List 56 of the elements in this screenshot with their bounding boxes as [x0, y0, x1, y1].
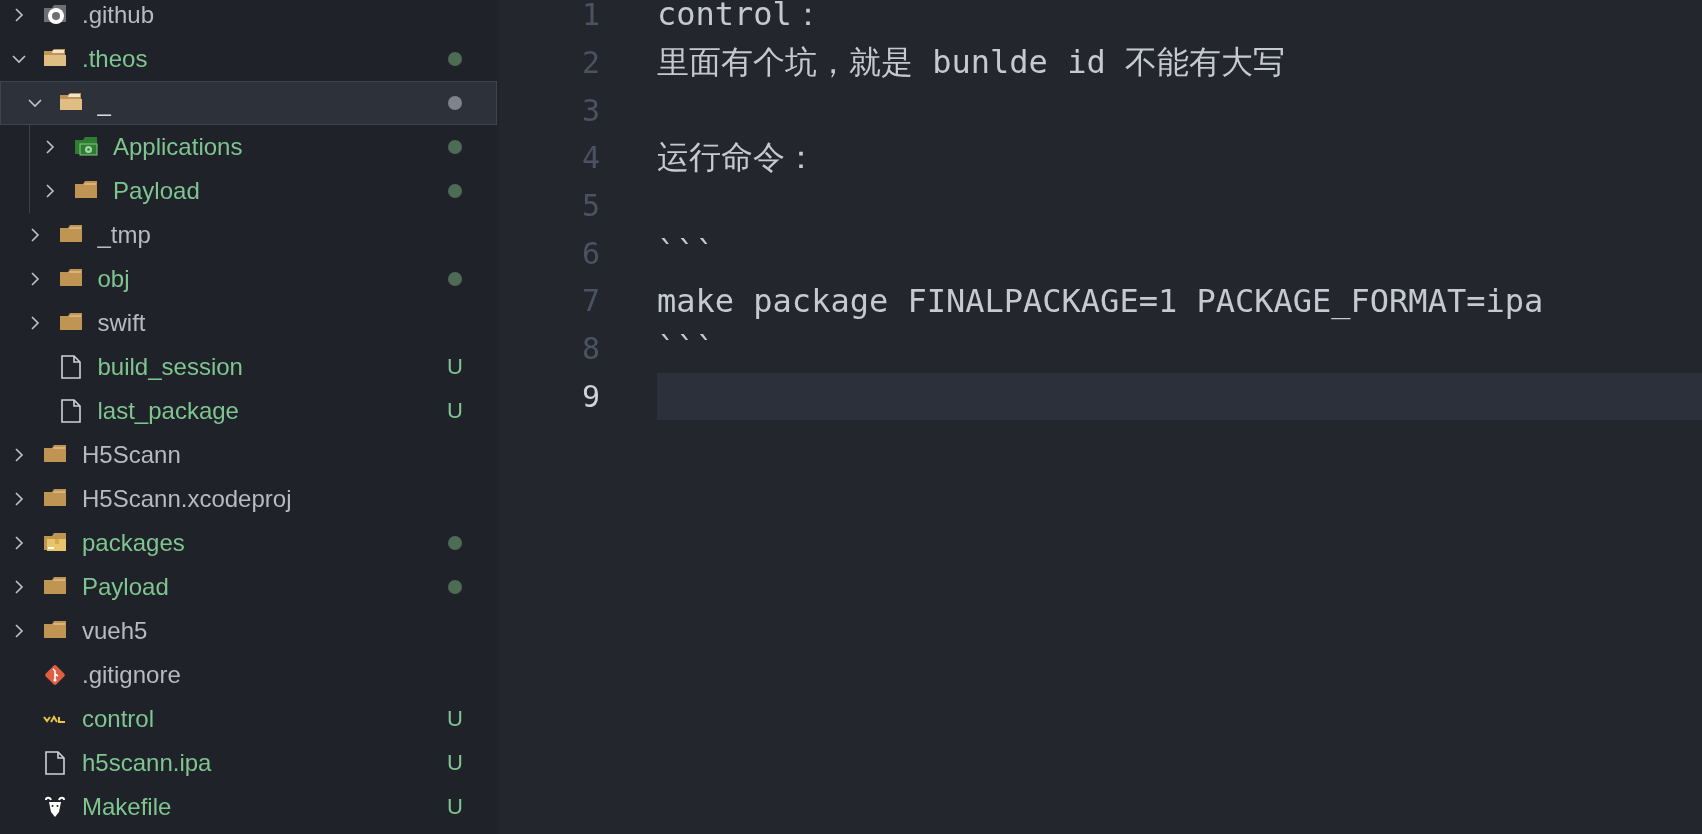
code-line: 里面有个坑，就是 bunlde id 不能有大写	[657, 41, 1286, 83]
tree-row[interactable]: control U	[0, 697, 497, 741]
tree-row[interactable]: Payload	[0, 565, 497, 609]
tree-row[interactable]: Payload	[0, 169, 497, 213]
tree-row[interactable]: Applications	[0, 125, 497, 169]
tree-row[interactable]: last_package U	[0, 389, 497, 433]
file-name: Makefile	[82, 793, 173, 821]
animal-head-icon	[43, 795, 67, 819]
tree-row[interactable]: _tmp	[0, 213, 497, 257]
file-name: .github	[82, 1, 156, 29]
file-name: swift	[97, 309, 147, 337]
file-name: last_package	[97, 397, 240, 425]
code-line: 运行命令：	[657, 136, 818, 178]
tree-row[interactable]: obj	[0, 257, 497, 301]
status-letter: U	[447, 750, 463, 776]
badged-folder-icon	[43, 3, 67, 27]
status-letter: U	[447, 398, 463, 424]
tree-row[interactable]: packages	[0, 521, 497, 565]
code-line: make package FINALPACKAGE=1 PACKAGE_FORMAT=ipa	[657, 280, 1545, 322]
tree-row[interactable]: .github	[0, 0, 497, 37]
tree-row[interactable]: Makefile U	[0, 785, 497, 829]
file-name: obj	[97, 265, 131, 293]
status-letter: U	[447, 794, 463, 820]
file-name: Payload	[82, 573, 170, 601]
file-name: Payload	[113, 177, 201, 205]
file-name: h5scann.ipa	[82, 749, 213, 777]
status-letter: U	[447, 706, 463, 732]
gear-folder-icon	[74, 135, 98, 159]
tree-row[interactable]: .gitignore	[0, 653, 497, 697]
file-name: vueh5	[82, 617, 149, 645]
file-name: control	[82, 705, 156, 733]
file-name: .theos	[82, 45, 149, 73]
file-name: build_session	[97, 353, 244, 381]
tree-row[interactable]: vueh5	[0, 609, 497, 653]
tree-row[interactable]: H5Scann.xcodeproj	[0, 477, 497, 521]
file-name: H5Scann	[82, 441, 182, 469]
code-line: control：	[657, 0, 825, 35]
file-name: _tmp	[97, 221, 152, 249]
tree-row[interactable]: build_session U	[0, 345, 497, 389]
file-name: H5Scann.xcodeproj	[82, 485, 293, 513]
tree-row[interactable]: H5Scann	[0, 433, 497, 477]
file-name: _	[97, 89, 112, 117]
file-name: packages	[82, 529, 186, 557]
code-line: ```	[657, 233, 716, 275]
line-number: 9	[580, 378, 600, 414]
status-letter: U	[447, 354, 463, 380]
tree-row[interactable]: _	[0, 81, 497, 125]
file-icon	[58, 399, 83, 423]
tree-row[interactable]: swift	[0, 301, 497, 345]
file-icon	[58, 355, 83, 379]
file-name: Applications	[113, 133, 244, 161]
code-line: ```	[657, 328, 716, 370]
tree-row[interactable]: h5scann.ipa U	[0, 741, 497, 785]
file-name: .gitignore	[82, 661, 182, 689]
file-icon	[43, 751, 67, 775]
tree-row[interactable]: .theos	[0, 37, 497, 81]
